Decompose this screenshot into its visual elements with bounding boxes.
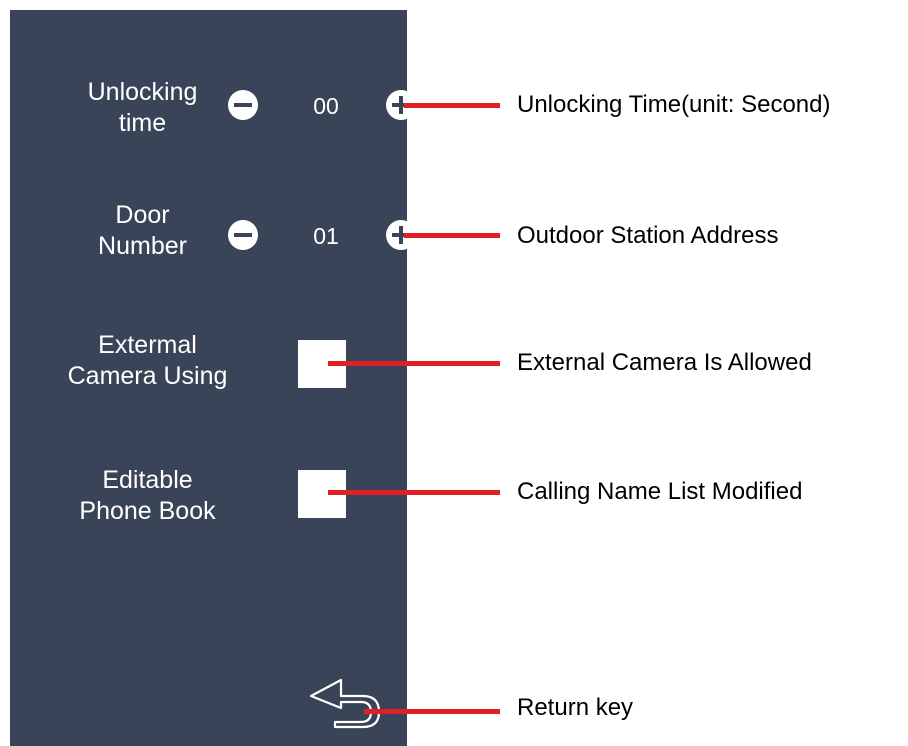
callout-return-key: Return key [517, 694, 634, 721]
leader-line-door-number [404, 233, 500, 238]
door-number-value: 01 [313, 223, 339, 249]
unlocking-time-value: 00 [313, 93, 339, 119]
leader-line-return-key [364, 709, 500, 714]
minus-icon [234, 233, 252, 237]
return-button[interactable] [305, 672, 385, 732]
door-number-decrement-button[interactable] [228, 220, 258, 250]
leader-line-phone-book [328, 490, 500, 495]
minus-icon [234, 103, 252, 107]
unlocking-time-decrement-button[interactable] [228, 90, 258, 120]
phone-book-label: Editable Phone Book [79, 466, 216, 525]
leader-line-unlocking-time [404, 103, 500, 108]
callout-unlocking-time: Unlocking Time(unit: Second) [517, 91, 831, 118]
callout-door-number: Outdoor Station Address [517, 222, 779, 249]
leader-line-external-camera [328, 361, 500, 366]
door-number-label: Door Number [98, 201, 187, 260]
callout-phone-book: Calling Name List Modified [517, 478, 803, 505]
return-arrow-icon [309, 678, 381, 729]
callout-external-camera: External Camera Is Allowed [517, 349, 812, 376]
external-camera-label: Extermal Camera Using [67, 331, 228, 390]
unlocking-time-label: Unlocking time [87, 78, 198, 137]
